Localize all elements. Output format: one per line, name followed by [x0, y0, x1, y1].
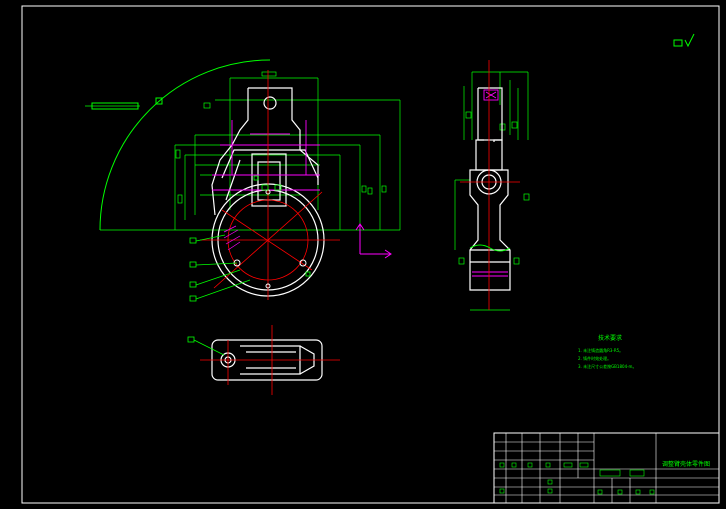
tech-req-item-2: 2. 铸件时效处理。 — [578, 355, 611, 361]
tech-req-item-3: 3. 未注尺寸公差按GB1804-m。 — [578, 363, 636, 369]
drawing-title: 调整臂壳体零件图 — [662, 460, 710, 468]
tech-req-heading: 技术要求 — [598, 334, 622, 342]
cad-drawing-canvas: 技术要求 1. 未注铸造圆角R3-R5。 2. 铸件时效处理。 3. 未注尺寸公… — [0, 0, 726, 509]
front-view — [85, 59, 401, 302]
side-view — [454, 60, 530, 311]
title-block: 调整臂壳体零件图 — [493, 432, 720, 504]
ucs-axis-icon — [355, 223, 392, 259]
drawing-sheet: 技术要求 1. 未注铸造圆角R3-R5。 2. 铸件时效处理。 3. 未注尺寸公… — [21, 5, 720, 504]
roughness-symbol — [673, 33, 695, 48]
tech-req-item-1: 1. 未注铸造圆角R3-R5。 — [578, 347, 623, 353]
bottom-view — [187, 325, 340, 395]
technical-requirements: 技术要求 1. 未注铸造圆角R3-R5。 2. 铸件时效处理。 3. 未注尺寸公… — [578, 334, 636, 369]
